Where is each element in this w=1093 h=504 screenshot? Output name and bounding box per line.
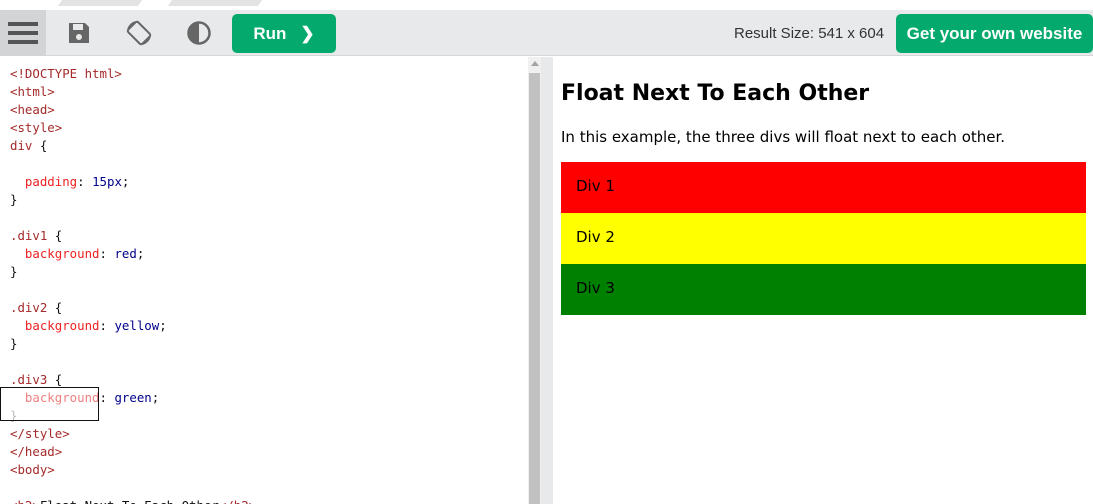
chevron-right-icon: ❯ (300, 23, 315, 43)
rotate-screen-icon[interactable] (116, 10, 162, 56)
code-line[interactable]: } (10, 191, 528, 209)
run-button[interactable]: Run ❯ (232, 14, 336, 53)
div-2-box: Div 2 (561, 213, 1086, 264)
scroll-up-icon[interactable] (531, 61, 539, 66)
editor-scrollbar[interactable] (528, 57, 541, 504)
code-line[interactable] (10, 281, 528, 299)
code-line[interactable]: } (10, 335, 528, 353)
contrast-icon[interactable] (176, 10, 222, 56)
code-line[interactable]: <head> (10, 101, 528, 119)
code-line[interactable] (10, 353, 528, 371)
result-pane: Float Next To Each Other In this example… (553, 57, 1093, 504)
code-line[interactable]: </head> (10, 443, 528, 461)
code-line[interactable]: padding: 15px; (10, 173, 528, 191)
result-heading: Float Next To Each Other (561, 81, 870, 106)
result-paragraph: In this example, the three divs will flo… (561, 128, 1006, 146)
code-line[interactable] (10, 209, 528, 227)
tab-shade (57, 0, 143, 6)
code-line[interactable]: <style> (10, 119, 528, 137)
div-3-box: Div 3 (561, 264, 1086, 315)
code-line[interactable]: .div2 { (10, 299, 528, 317)
code-line[interactable]: background: red; (10, 245, 528, 263)
scrollbar-thumb[interactable] (529, 73, 540, 504)
pane-divider[interactable] (541, 57, 553, 504)
code-line[interactable]: background: yellow; (10, 317, 528, 335)
code-line[interactable]: <html> (10, 83, 528, 101)
tab-shade (167, 0, 263, 6)
floppy-disk-icon[interactable] (56, 10, 102, 56)
code-line[interactable]: <h2>Float Next To Each Other</h2> (10, 497, 528, 504)
get-own-website-button[interactable]: Get your own website (896, 14, 1093, 53)
code-line[interactable]: div { (10, 137, 528, 155)
code-line[interactable] (10, 479, 528, 497)
run-button-label: Run (253, 23, 287, 43)
cursor-box (0, 387, 99, 421)
div-1-box: Div 1 (561, 162, 1086, 213)
code-line[interactable] (10, 155, 528, 173)
code-line[interactable]: </style> (10, 425, 528, 443)
code-text[interactable]: <!DOCTYPE html> <html> <head> <style> div { … (0, 57, 528, 504)
top-strip (0, 0, 1093, 10)
hamburger-icon[interactable] (0, 10, 46, 56)
code-line[interactable]: <!DOCTYPE html> (10, 65, 528, 83)
toolbar: Run ❯ Result Size: 541 x 604 Get your ow… (0, 10, 1093, 56)
code-line[interactable]: } (10, 263, 528, 281)
code-editor[interactable]: <!DOCTYPE html> <html> <head> <style> div { … (0, 57, 528, 504)
result-size-text: Result Size: 541 x 604 (734, 25, 885, 42)
code-line[interactable]: .div1 { (10, 227, 528, 245)
code-line[interactable]: <body> (10, 461, 528, 479)
